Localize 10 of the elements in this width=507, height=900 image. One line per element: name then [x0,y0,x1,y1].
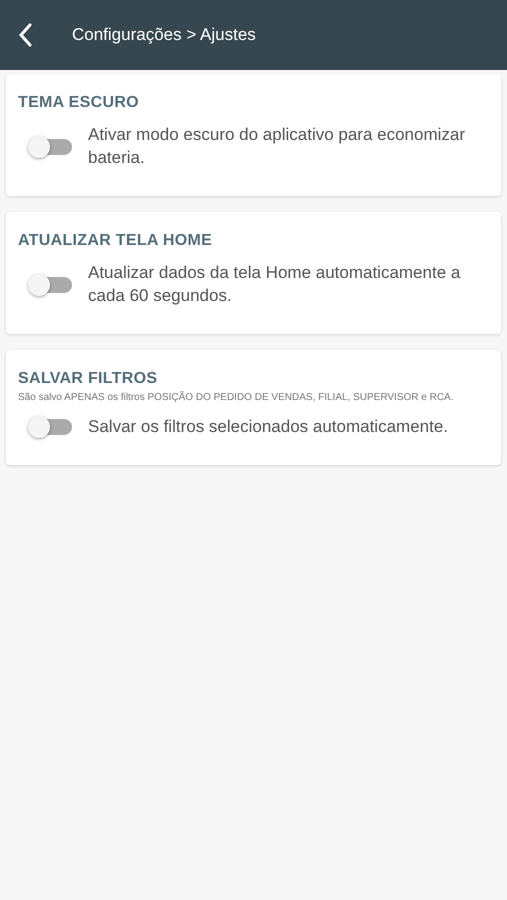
toggle-label: Salvar os filtros selecionados automaticamente. [88,416,448,438]
toggle-label: Atualizar dados da tela Home automaticamente a cada 60 segundos. [88,262,462,307]
section-note: São salvo APENAS os filtros POSIÇÃO DO PEDIDO DE VENDAS, FILIAL, SUPERVISOR e RCA. [18,390,455,404]
toggle-label: Ativar modo escuro do aplicativo para economizar bateria. [88,124,466,169]
back-button[interactable] [18,23,32,47]
section-title: ATUALIZAR TELA HOME [18,232,214,250]
section-title: SALVAR FILTROS [18,370,158,388]
section-title: TEMA ESCURO [18,94,140,112]
back-icon [18,23,32,47]
header-title: Configurações > Ajustes [72,25,256,45]
